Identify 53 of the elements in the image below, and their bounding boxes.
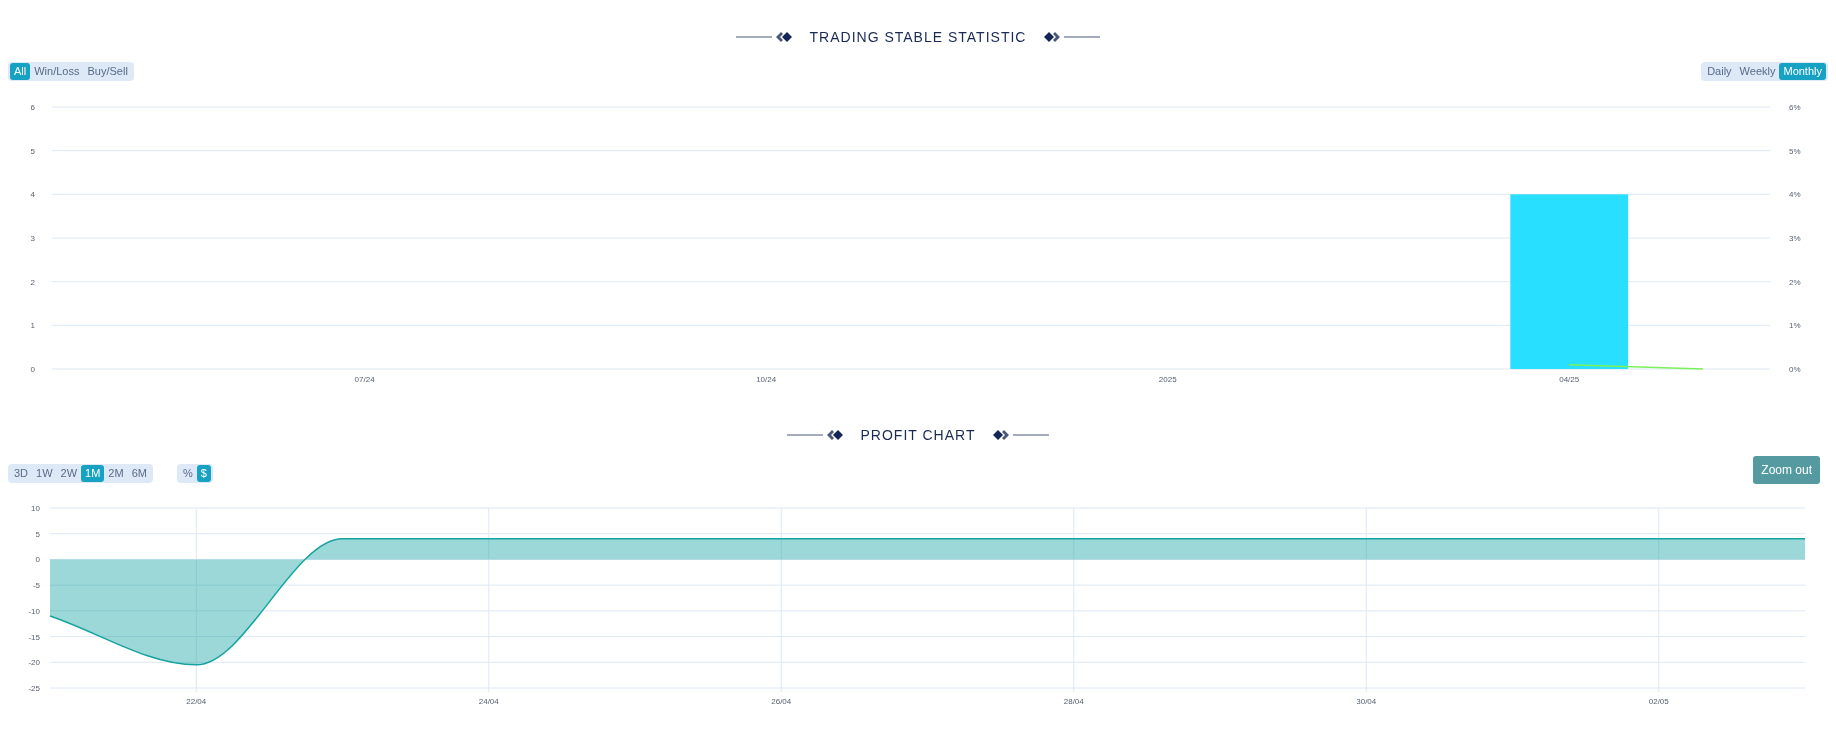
axis-label: 1% [1789, 321, 1801, 331]
axis-label: 10 [31, 504, 40, 513]
toggle-button[interactable]: Monthly [1779, 63, 1826, 81]
toggle-button[interactable]: 1M [81, 465, 105, 483]
ornament-icon [991, 429, 1050, 441]
axis-label: 6% [1789, 103, 1801, 112]
axis-label: -5 [32, 581, 40, 591]
axis-label: -20 [28, 658, 40, 668]
axis-label: 0 [30, 365, 35, 374]
axis-label: 4% [1789, 190, 1801, 200]
toggle-button[interactable]: 2W [56, 465, 82, 483]
zoom-out-button[interactable]: Zoom out [1753, 456, 1820, 484]
section-title: TRADING STABLE STATISTIC [809, 27, 1027, 47]
section-title: PROFIT CHART [860, 425, 976, 445]
axis-label: 0% [1789, 365, 1801, 374]
axis-label: 22/04 [186, 697, 207, 706]
axis-label: 2% [1789, 277, 1801, 287]
axis-label: 24/04 [478, 697, 499, 706]
axis-label: 2 [30, 277, 35, 287]
toggle-button[interactable]: All [10, 63, 31, 81]
ornament-icon [735, 31, 794, 43]
axis-label: 10/24 [756, 375, 777, 384]
axis-label: -25 [28, 684, 40, 693]
toggle-button[interactable]: Win/Loss [30, 63, 84, 81]
axis-label: 30/04 [1356, 697, 1377, 706]
axis-label: 6 [30, 103, 35, 112]
axis-label: 5 [35, 529, 40, 539]
ornament-icon [1042, 31, 1101, 43]
toggle-button[interactable]: 1W [32, 465, 57, 483]
toggle-button[interactable]: Buy/Sell [83, 63, 132, 81]
axis-label: 4 [30, 190, 35, 200]
axis-label: 3 [30, 234, 35, 243]
toggle-button[interactable]: % [178, 465, 197, 483]
axis-label: 04/25 [1559, 375, 1580, 384]
axis-label: 2025 [1158, 375, 1177, 384]
axis-label: 5% [1789, 146, 1801, 156]
axis-label: -15 [28, 632, 40, 642]
axis-label: 5 [30, 146, 35, 156]
axis-label: 26/04 [771, 697, 792, 706]
toggle-button[interactable]: Daily [1703, 63, 1736, 81]
axis-label: 02/05 [1648, 697, 1669, 706]
toggle-button[interactable]: 2M [104, 465, 128, 483]
toggle-button[interactable]: 6M [127, 465, 151, 483]
axis-label: 1 [30, 321, 35, 331]
toggle-button[interactable]: $ [196, 465, 211, 483]
axis-label: 0 [35, 555, 40, 565]
toggle-button[interactable]: Weekly [1735, 63, 1780, 81]
axis-label: 07/24 [354, 375, 375, 384]
toggle-button[interactable]: 3D [10, 465, 33, 483]
ornament-icon [786, 429, 845, 441]
axis-label: 3% [1789, 234, 1801, 243]
axis-label: 28/04 [1063, 697, 1084, 706]
axis-label: -10 [28, 606, 40, 616]
